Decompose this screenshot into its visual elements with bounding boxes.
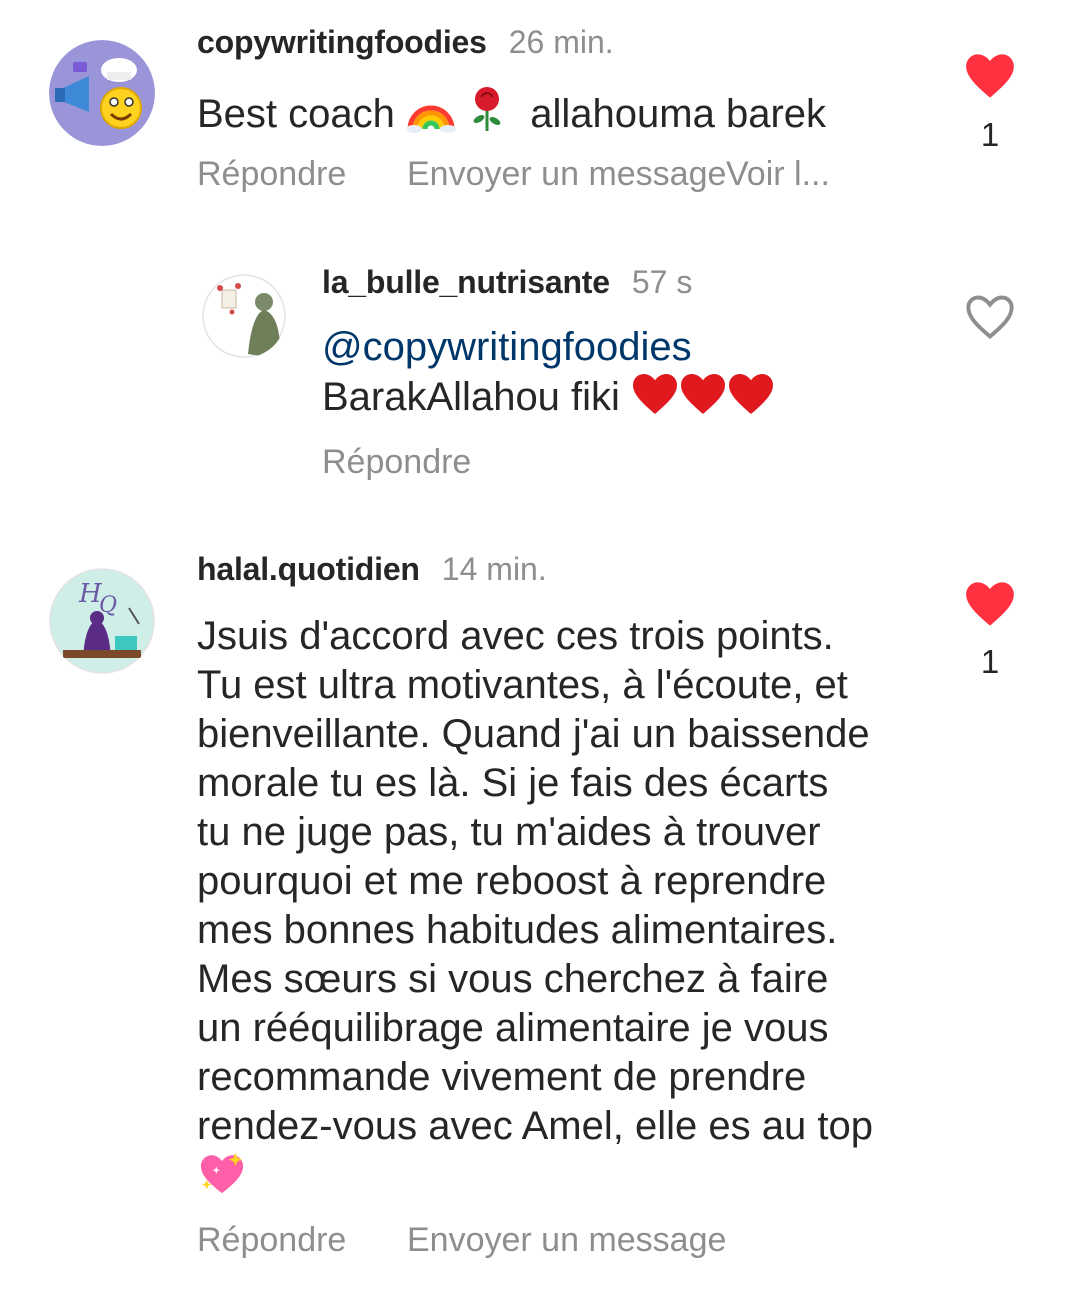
comment-text: Jsuis d'accord avec ces trois points. Tu… bbox=[197, 612, 873, 1209]
text-line: pourquoi et me reboost à reprendre bbox=[197, 859, 827, 903]
emoji-line bbox=[197, 1151, 873, 1209]
reply-button[interactable]: Répondre bbox=[322, 443, 471, 482]
reply-button[interactable]: Répondre bbox=[197, 155, 346, 194]
heart-icon[interactable] bbox=[964, 580, 1016, 633]
rose-emoji bbox=[467, 85, 507, 145]
red-heart-emoji bbox=[679, 372, 727, 428]
username[interactable]: la_bulle_nutrisante bbox=[322, 264, 610, 300]
comment-text-part: allahouma barek bbox=[530, 92, 827, 136]
text-line: recommande vivement de prendre bbox=[197, 1055, 807, 1099]
see-translation-button[interactable]: Voir l... bbox=[726, 155, 830, 194]
username[interactable]: halal.quotidien bbox=[197, 551, 420, 587]
timestamp: 57 s bbox=[631, 264, 693, 300]
text-line: un rééquilibrage alimentaire je vous bbox=[197, 1006, 829, 1050]
avatar[interactable] bbox=[49, 40, 155, 146]
avatar[interactable] bbox=[202, 274, 286, 358]
heart-icon[interactable] bbox=[964, 52, 1016, 105]
text-line: bienveillante. Quand j'ai un baissende bbox=[197, 712, 870, 756]
timestamp: 26 min. bbox=[508, 24, 614, 60]
comment-text: Best coach allahouma barek bbox=[197, 85, 826, 145]
text-line: morale tu es là. Si je fais des écarts bbox=[197, 761, 829, 805]
comment-header: la_bulle_nutrisante 57 s bbox=[322, 264, 692, 301]
text-line: Tu est ultra motivantes, à l'écoute, et bbox=[197, 663, 848, 707]
send-message-button[interactable]: Envoyer un message bbox=[407, 1221, 726, 1260]
comment-header: halal.quotidien 14 min. bbox=[197, 551, 547, 588]
sparkling-heart-emoji bbox=[197, 1151, 247, 1209]
text-line: mes bonnes habitudes alimentaires. bbox=[197, 908, 838, 952]
avatar[interactable]: H Q bbox=[49, 568, 155, 674]
username[interactable]: copywritingfoodies bbox=[197, 24, 487, 60]
rainbow-emoji bbox=[406, 89, 457, 145]
red-heart-emoji bbox=[727, 372, 775, 428]
comment-text-part: Best coach bbox=[197, 92, 395, 136]
reply-button[interactable]: Répondre bbox=[197, 1221, 346, 1260]
comment-text: BarakAllahou fiki bbox=[322, 372, 775, 428]
mention-link[interactable]: @copywritingfoodies bbox=[322, 323, 692, 372]
text-line: tu ne juge pas, tu m'aides à trouver bbox=[197, 810, 821, 854]
comment-header: copywritingfoodies 26 min. bbox=[197, 24, 614, 61]
timestamp: 14 min. bbox=[441, 551, 547, 587]
red-heart-emoji bbox=[631, 372, 679, 428]
text-line: Mes sœurs si vous cherchez à faire bbox=[197, 957, 829, 1001]
send-message-button[interactable]: Envoyer un message bbox=[407, 155, 726, 194]
heart-outline-icon[interactable] bbox=[964, 293, 1016, 346]
like-count: 1 bbox=[980, 643, 1000, 680]
text-line: rendez-vous avec Amel, elle es au top bbox=[197, 1104, 873, 1148]
comment-text-part: BarakAllahou fiki bbox=[322, 375, 620, 419]
like-count: 1 bbox=[980, 116, 1000, 153]
text-line: Jsuis d'accord avec ces trois points. bbox=[197, 614, 834, 658]
